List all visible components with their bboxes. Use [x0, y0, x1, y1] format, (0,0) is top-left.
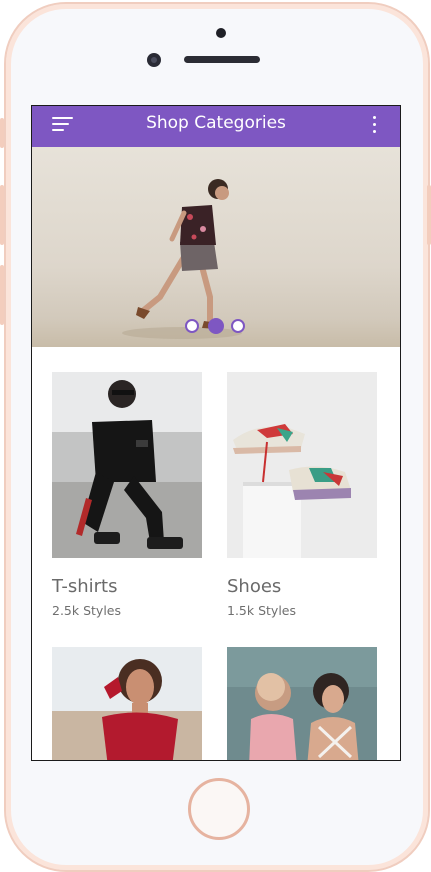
app-screen: Shop Categories T-shirts 2.5k Styles Sho…: [31, 105, 401, 761]
hero-image: [122, 179, 242, 339]
category-card-shoes[interactable]: [227, 372, 377, 558]
category-styles: 1.5k Styles: [227, 603, 297, 618]
dress-image: [52, 647, 202, 760]
carousel-dot[interactable]: [185, 319, 199, 333]
shoes-image: [227, 372, 377, 558]
tshirts-image: [52, 372, 202, 558]
mute-switch: [0, 118, 4, 148]
category-card-dresses[interactable]: [52, 647, 202, 760]
carousel-dot-active[interactable]: [208, 318, 224, 334]
category-styles: 2.5k Styles: [52, 603, 122, 618]
front-sensor: [216, 28, 226, 38]
category-title[interactable]: T-shirts: [52, 576, 117, 597]
volume-down-button: [0, 265, 4, 325]
more-vert-icon[interactable]: [368, 114, 382, 138]
category-card-tshirts[interactable]: [52, 372, 202, 558]
carousel-indicator: [182, 318, 252, 334]
front-camera-icon: [147, 53, 161, 67]
earpiece-speaker: [184, 56, 260, 63]
category-card-women[interactable]: [227, 647, 377, 760]
volume-up-button: [0, 185, 4, 245]
power-button: [427, 185, 431, 245]
app-title: Shop Categories: [146, 113, 286, 133]
category-title[interactable]: Shoes: [227, 576, 281, 597]
carousel-dot[interactable]: [231, 319, 245, 333]
hero-carousel[interactable]: [32, 147, 400, 347]
home-button[interactable]: [188, 778, 250, 840]
women-image: [227, 647, 377, 760]
app-bar: Shop Categories: [32, 106, 400, 147]
menu-icon[interactable]: [52, 117, 74, 135]
